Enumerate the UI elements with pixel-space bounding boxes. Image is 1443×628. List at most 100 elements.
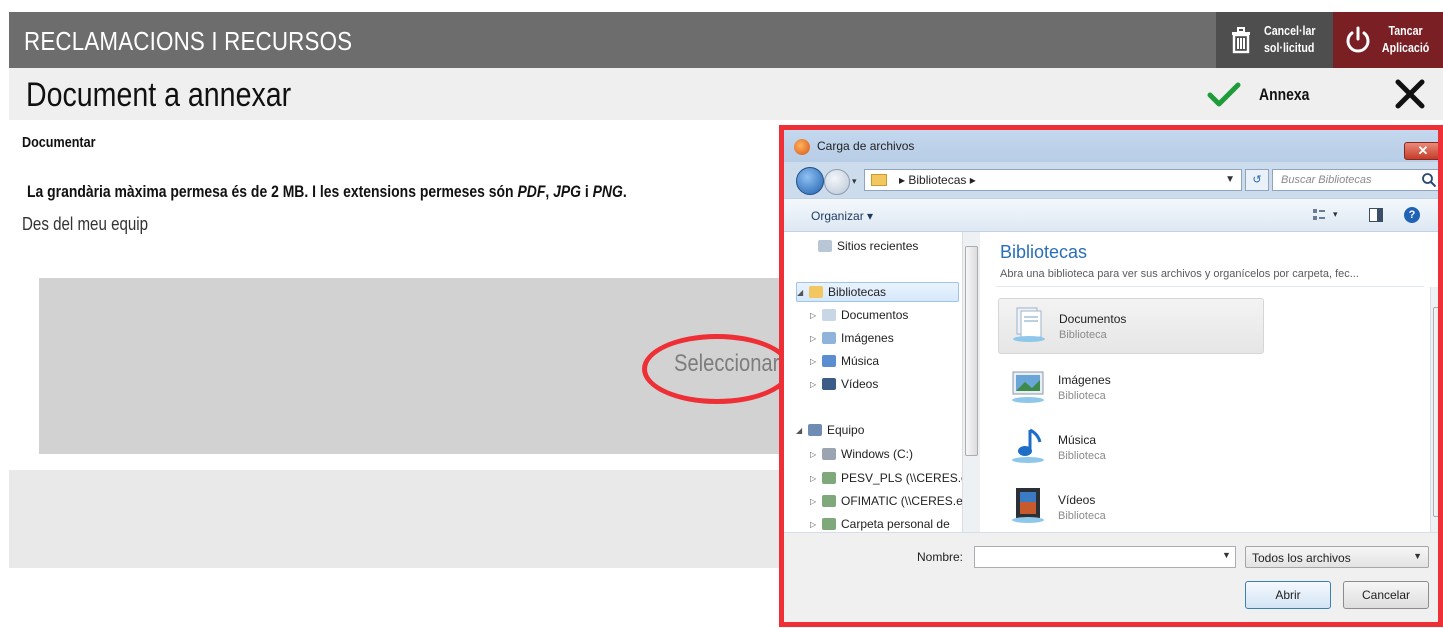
library-name: Documentos (1059, 312, 1127, 326)
file-pane-scrollbar[interactable] (1430, 287, 1438, 532)
ext-pdf: PDF (517, 182, 546, 201)
cancel-request-label: Cancel·lar sol·licitud (1264, 22, 1316, 56)
pictures-library-icon (1012, 371, 1044, 403)
nav-item-personal-folder[interactable]: ▷ Carpeta personal de (810, 514, 950, 534)
address-path: ▸ Bibliotecas ▸ (899, 173, 976, 187)
file-pane-scrollbar-thumb[interactable] (1433, 307, 1438, 517)
videos-library-icon (1012, 488, 1044, 523)
videos-icon (822, 378, 836, 390)
checkmark-icon (1207, 82, 1241, 107)
pane-subtitle: Abra una biblioteca para ver sus archivo… (1000, 268, 1359, 280)
collapsed-arrow-icon: ▷ (810, 449, 817, 459)
nav-label: OFIMATIC (\\CERES.e (841, 494, 963, 508)
from-my-computer-label: Des del meu equip (22, 214, 149, 234)
nav-label: Equipo (827, 423, 865, 437)
preview-pane-icon[interactable] (1369, 208, 1383, 222)
history-dropdown-icon[interactable]: ▾ (852, 176, 857, 187)
nav-item-computer[interactable]: ◢ Equipo (796, 420, 864, 440)
cancel-line1: Cancel·lar (1264, 23, 1316, 38)
network-drive-icon (822, 472, 836, 484)
expanded-arrow-icon: ◢ (797, 287, 804, 297)
address-bar[interactable]: ▸ Bibliotecas ▸ ▼ (864, 169, 1242, 191)
page-title: Document a annexar (26, 76, 292, 114)
pane-title: Bibliotecas (1000, 242, 1088, 262)
view-dropdown-icon[interactable]: ▾ (1333, 209, 1338, 220)
annex-button[interactable]: Annexa (1207, 80, 1320, 110)
collapsed-arrow-icon: ▷ (810, 496, 817, 506)
filetype-select[interactable]: Todos los archivos ▼ (1245, 546, 1429, 568)
nav-label: Imágenes (841, 331, 894, 345)
filename-label: Nombre: (917, 550, 964, 564)
divider (996, 286, 1424, 287)
dialog-footer: Nombre: ▼ Todos los archivos ▼ Abrir Can… (784, 532, 1438, 622)
section-label: Documentar (22, 134, 96, 151)
nav-item-pictures[interactable]: ▷ Imágenes (810, 328, 894, 348)
navigation-pane: Sitios recientes ◢ Bibliotecas ▷ Documen… (784, 232, 980, 532)
dialog-close-button[interactable]: ✕ (1404, 142, 1438, 160)
search-input[interactable]: Buscar Bibliotecas (1272, 169, 1438, 191)
cancel-request-button[interactable]: Cancel·lar sol·licitud (1216, 12, 1333, 68)
recent-places-icon (818, 240, 832, 252)
collapsed-arrow-icon: ▷ (810, 356, 817, 366)
nav-scrollbar-thumb[interactable] (965, 246, 978, 456)
filename-input[interactable] (974, 546, 1236, 568)
cancel-button[interactable]: Cancelar (1343, 581, 1429, 609)
chevron-down-icon: ▼ (1413, 551, 1422, 561)
library-item-documents[interactable]: Documentos Biblioteca (998, 298, 1264, 354)
cancel-line2: sol·licitud (1264, 40, 1315, 55)
filetype-value: Todos los archivos (1252, 551, 1351, 565)
library-name: Imágenes (1058, 373, 1111, 387)
nav-label: PESV_PLS (\\CERES.e (841, 471, 968, 485)
back-arrow-icon[interactable] (796, 167, 824, 195)
address-row: ▾ ▸ Bibliotecas ▸ ▼ ↺ Buscar Bibliotecas (784, 162, 1438, 198)
close-app-label: Tancar Aplicació (1381, 22, 1430, 56)
music-icon (822, 355, 836, 367)
select-file-button[interactable]: Seleccionar (674, 350, 779, 378)
expanded-arrow-icon: ◢ (796, 425, 803, 435)
library-type: Biblioteca (1058, 510, 1106, 522)
organize-menu[interactable]: Organizar ▾ (811, 209, 873, 223)
nav-item-documents[interactable]: ▷ Documentos (810, 305, 908, 325)
view-options-icon[interactable] (1312, 208, 1326, 222)
nav-item-network-pesv[interactable]: ▷ PESV_PLS (\\CERES.e (810, 468, 968, 488)
drive-icon (822, 448, 836, 460)
nav-item-videos[interactable]: ▷ Vídeos (810, 374, 878, 394)
collapsed-arrow-icon: ▷ (810, 519, 817, 529)
network-drive-icon (822, 518, 836, 530)
file-open-dialog: Carga de archivos ✕ ▾ ▸ Bibliotecas ▸ ▼ … (779, 125, 1443, 627)
annex-label: Annexa (1259, 85, 1310, 104)
search-icon[interactable] (1421, 172, 1437, 188)
info-sep1: , (545, 182, 554, 201)
app-header: RECLAMACIONS I RECURSOS Cancel·lar sol·l… (9, 12, 1443, 68)
library-type: Biblioteca (1058, 450, 1106, 462)
library-type: Biblioteca (1059, 329, 1107, 341)
ext-jpg: JPG (553, 182, 581, 201)
close-icon[interactable] (1394, 78, 1426, 110)
nav-label: Documentos (841, 308, 909, 322)
nav-label: Sitios recientes (837, 239, 919, 253)
chevron-down-icon[interactable]: ▼ (1225, 174, 1235, 185)
help-icon[interactable]: ? (1404, 207, 1420, 223)
nav-item-windows-drive[interactable]: ▷ Windows (C:) (810, 444, 913, 464)
library-item-videos[interactable]: Vídeos Biblioteca (998, 480, 1264, 536)
open-button[interactable]: Abrir (1245, 581, 1331, 609)
library-item-pictures[interactable]: Imágenes Biblioteca (998, 360, 1264, 416)
info-sep2: i (580, 182, 593, 201)
refresh-icon[interactable]: ↺ (1245, 169, 1269, 191)
file-dropzone[interactable]: Seleccionar (39, 278, 799, 454)
nav-label: Vídeos (841, 377, 879, 391)
dialog-title: Carga de archivos (817, 139, 915, 153)
nav-item-libraries[interactable]: ◢ Bibliotecas (796, 282, 959, 302)
forward-arrow-icon[interactable] (824, 169, 850, 195)
nav-label: Windows (C:) (841, 447, 914, 461)
close-line1: Tancar (1388, 23, 1423, 38)
library-item-music[interactable]: Música Biblioteca (998, 420, 1264, 476)
nav-item-music[interactable]: ▷ Música (810, 351, 879, 371)
close-line2: Aplicació (1381, 40, 1430, 55)
app-title: RECLAMACIONS I RECURSOS (24, 26, 353, 56)
nav-item-recent[interactable]: Sitios recientes (816, 236, 918, 256)
nav-scrollbar[interactable] (962, 232, 980, 532)
close-app-button[interactable]: Tancar Aplicació (1333, 12, 1443, 68)
nav-item-network-ofimatic[interactable]: ▷ OFIMATIC (\\CERES.e (810, 491, 963, 511)
info-suffix: . (622, 182, 627, 201)
